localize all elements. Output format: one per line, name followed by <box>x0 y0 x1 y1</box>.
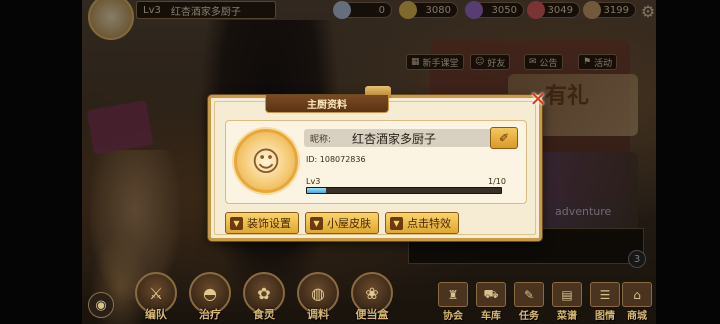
triangle-down-icon: ▼ <box>390 216 403 230</box>
nav-shop[interactable]: ⌂ 商城 <box>618 282 656 322</box>
nav-team[interactable]: ⚔ 编队 <box>132 268 180 322</box>
bottom-nav: ⚔ 编队 ◓ 治疗 ✿ 食灵 ◍ 调料 ❀ 便当盒 ♜ 协会 ⛟ 车库 ✎ 任务… <box>82 264 656 324</box>
xp-progress-fill <box>307 188 327 193</box>
nickname-row: 昵称: 红杏酒家多厨子 ✐ <box>304 127 518 149</box>
nav-label: 车库 <box>481 311 501 322</box>
nav-guild[interactable]: ♜ 协会 <box>434 282 472 322</box>
nav-label: 便当盒 <box>355 308 389 321</box>
profile-card: ☺ 昵称: 红杏酒家多厨子 ✐ ID: 108072836 Lv3 1/10 <box>225 120 527 204</box>
nav-bento[interactable]: ❀ 便当盒 <box>348 268 396 322</box>
edit-name-button[interactable]: ✐ <box>490 127 518 149</box>
nav-label: 食灵 <box>253 308 275 321</box>
nav-label: 治疗 <box>199 308 221 321</box>
nav-task[interactable]: ✎ 任务 <box>510 282 548 322</box>
nav-label: 菜谱 <box>557 311 577 322</box>
nav-heal[interactable]: ◓ 治疗 <box>186 268 234 322</box>
shop-icon: ⌂ <box>622 282 652 307</box>
brush-icon: ✐ <box>498 131 510 145</box>
chef-avatar[interactable]: ☺ <box>234 129 298 193</box>
nav-label: 编队 <box>145 308 167 321</box>
triangle-down-icon: ▼ <box>230 216 243 230</box>
nav-label: 商城 <box>627 311 647 322</box>
nav-spirit[interactable]: ✿ 食灵 <box>240 268 288 322</box>
nav-seasoning[interactable]: ◍ 调料 <box>294 268 342 322</box>
nav-label: 图情 <box>595 311 615 322</box>
xp-counter: 1/10 <box>488 177 506 186</box>
guild-icon: ♜ <box>438 282 468 307</box>
house-skin-button[interactable]: ▼ 小屋皮肤 <box>305 212 379 234</box>
nav-label: 协会 <box>443 311 463 322</box>
button-label: 点击特效 <box>407 217 451 230</box>
decor-settings-button[interactable]: ▼ 装饰设置 <box>225 212 299 234</box>
nav-label: 任务 <box>519 311 539 322</box>
chef-level: Lv3 <box>306 177 321 186</box>
close-icon[interactable]: ✕ <box>528 89 548 109</box>
button-label: 装饰设置 <box>247 217 291 230</box>
player-id: ID: 108072836 <box>306 155 366 164</box>
triangle-down-icon: ▼ <box>310 216 323 230</box>
button-label: 小屋皮肤 <box>327 217 371 230</box>
chef-profile-modal: 主厨资料 ✕ ☺ 昵称: 红杏酒家多厨子 ✐ ID: 108072836 Lv3… <box>208 86 546 241</box>
nav-garage[interactable]: ⛟ 车库 <box>472 282 510 322</box>
modal-action-row: ▼ 装饰设置 ▼ 小屋皮肤 ▼ 点击特效 <box>225 212 527 234</box>
click-effects-button[interactable]: ▼ 点击特效 <box>385 212 459 234</box>
garage-icon: ⛟ <box>476 282 506 307</box>
xp-progress-bar <box>306 187 502 194</box>
nickname-label: 昵称: <box>310 134 332 145</box>
task-icon: ✎ <box>514 282 544 307</box>
nav-label: 调料 <box>307 308 329 321</box>
atlas-icon: ☰ <box>590 282 620 307</box>
nav-recipe[interactable]: ▤ 菜谱 <box>548 282 586 322</box>
recipe-icon: ▤ <box>552 282 582 307</box>
modal-title: 主厨资料 <box>265 95 389 113</box>
